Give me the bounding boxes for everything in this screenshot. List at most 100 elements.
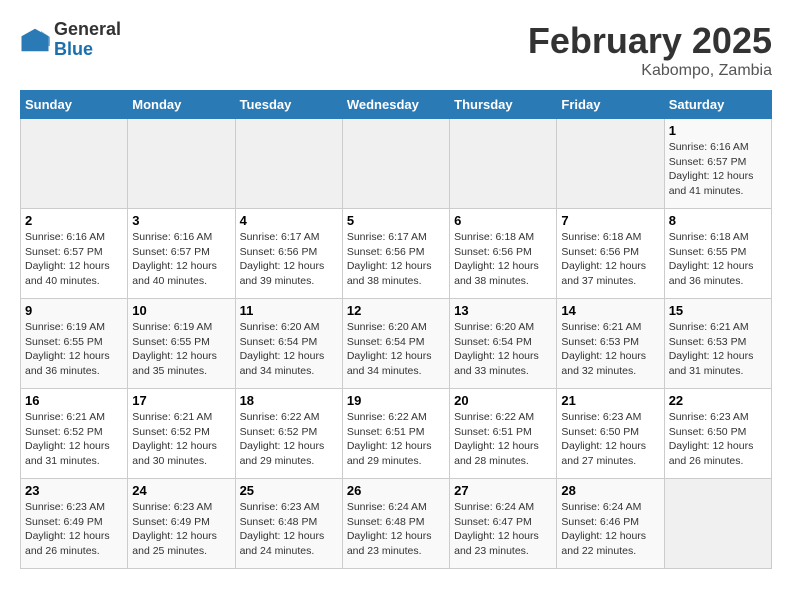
day-cell: 6Sunrise: 6:18 AM Sunset: 6:56 PM Daylig… — [450, 209, 557, 299]
week-row-1: 2 Sunrise: 6:16 AM Sunset: 6:57 PM Daylig… — [21, 209, 772, 299]
day-info: Sunrise: 6:21 AM Sunset: 6:53 PM Dayligh… — [561, 320, 659, 379]
day-info: Sunrise: 6:16 AM Sunset: 6:57 PM Dayligh… — [132, 230, 230, 289]
day-number: 20 — [454, 393, 552, 408]
day-info: Sunrise: 6:22 AM Sunset: 6:52 PM Dayligh… — [240, 410, 338, 469]
day-cell: 22Sunrise: 6:23 AM Sunset: 6:50 PM Dayli… — [664, 389, 771, 479]
day-number: 5 — [347, 213, 445, 228]
header-day-saturday: Saturday — [664, 91, 771, 119]
day-info: Sunrise: 6:20 AM Sunset: 6:54 PM Dayligh… — [347, 320, 445, 379]
header-day-monday: Monday — [128, 91, 235, 119]
calendar-body: 1 Sunrise: 6:16 AM Sunset: 6:57 PM Daylig… — [21, 119, 772, 569]
day-number: 19 — [347, 393, 445, 408]
day-cell: 14 Sunrise: 6:21 AM Sunset: 6:53 PM Dayli… — [557, 299, 664, 389]
logo: General Blue — [20, 20, 121, 60]
day-number: 9 — [25, 303, 123, 318]
logo-icon — [20, 25, 50, 55]
day-number: 2 — [25, 213, 123, 228]
day-number: 16 — [25, 393, 123, 408]
day-number: 24 — [132, 483, 230, 498]
day-cell — [235, 119, 342, 209]
header-day-tuesday: Tuesday — [235, 91, 342, 119]
day-info: Sunrise: 6:18 AM Sunset: 6:55 PM Dayligh… — [669, 230, 767, 289]
month-title: February 2025 — [528, 20, 772, 62]
day-cell: 20 Sunrise: 6:22 AM Sunset: 6:51 PM Dayli… — [450, 389, 557, 479]
day-cell: 17Sunrise: 6:21 AM Sunset: 6:52 PM Dayli… — [128, 389, 235, 479]
day-cell: 21 Sunrise: 6:23 AM Sunset: 6:50 PM Dayli… — [557, 389, 664, 479]
day-number: 27 — [454, 483, 552, 498]
day-cell — [128, 119, 235, 209]
week-row-4: 23 Sunrise: 6:23 AM Sunset: 6:49 PM Dayli… — [21, 479, 772, 569]
day-number: 3 — [132, 213, 230, 228]
header-day-wednesday: Wednesday — [342, 91, 449, 119]
day-number: 25 — [240, 483, 338, 498]
day-info: Sunrise: 6:21 AM Sunset: 6:53 PM Dayligh… — [669, 320, 767, 379]
header: General Blue February 2025 Kabompo, Zamb… — [20, 20, 772, 80]
day-cell — [342, 119, 449, 209]
day-info: Sunrise: 6:24 AM Sunset: 6:48 PM Dayligh… — [347, 500, 445, 559]
day-info: Sunrise: 6:19 AM Sunset: 6:55 PM Dayligh… — [132, 320, 230, 379]
day-info: Sunrise: 6:16 AM Sunset: 6:57 PM Dayligh… — [669, 140, 767, 199]
day-cell: 12Sunrise: 6:20 AM Sunset: 6:54 PM Dayli… — [342, 299, 449, 389]
day-info: Sunrise: 6:17 AM Sunset: 6:56 PM Dayligh… — [347, 230, 445, 289]
day-cell: 10Sunrise: 6:19 AM Sunset: 6:55 PM Dayli… — [128, 299, 235, 389]
day-info: Sunrise: 6:19 AM Sunset: 6:55 PM Dayligh… — [25, 320, 123, 379]
day-cell: 18 Sunrise: 6:22 AM Sunset: 6:52 PM Dayli… — [235, 389, 342, 479]
day-info: Sunrise: 6:23 AM Sunset: 6:48 PM Dayligh… — [240, 500, 338, 559]
day-number: 23 — [25, 483, 123, 498]
header-day-sunday: Sunday — [21, 91, 128, 119]
day-info: Sunrise: 6:21 AM Sunset: 6:52 PM Dayligh… — [132, 410, 230, 469]
day-cell: 8 Sunrise: 6:18 AM Sunset: 6:55 PM Daylig… — [664, 209, 771, 299]
day-info: Sunrise: 6:21 AM Sunset: 6:52 PM Dayligh… — [25, 410, 123, 469]
day-info: Sunrise: 6:23 AM Sunset: 6:49 PM Dayligh… — [25, 500, 123, 559]
day-cell: 3 Sunrise: 6:16 AM Sunset: 6:57 PM Daylig… — [128, 209, 235, 299]
title-area: February 2025 Kabompo, Zambia — [528, 20, 772, 80]
day-cell — [664, 479, 771, 569]
day-info: Sunrise: 6:23 AM Sunset: 6:50 PM Dayligh… — [561, 410, 659, 469]
day-cell: 2 Sunrise: 6:16 AM Sunset: 6:57 PM Daylig… — [21, 209, 128, 299]
day-cell: 24 Sunrise: 6:23 AM Sunset: 6:49 PM Dayli… — [128, 479, 235, 569]
day-cell — [21, 119, 128, 209]
day-number: 13 — [454, 303, 552, 318]
day-cell: 19 Sunrise: 6:22 AM Sunset: 6:51 PM Dayli… — [342, 389, 449, 479]
week-row-3: 16 Sunrise: 6:21 AM Sunset: 6:52 PM Dayli… — [21, 389, 772, 479]
day-number: 1 — [669, 123, 767, 138]
day-cell: 27 Sunrise: 6:24 AM Sunset: 6:47 PM Dayli… — [450, 479, 557, 569]
day-cell: 9 Sunrise: 6:19 AM Sunset: 6:55 PM Daylig… — [21, 299, 128, 389]
day-info: Sunrise: 6:20 AM Sunset: 6:54 PM Dayligh… — [240, 320, 338, 379]
week-row-0: 1 Sunrise: 6:16 AM Sunset: 6:57 PM Daylig… — [21, 119, 772, 209]
logo-blue-text: Blue — [54, 40, 121, 60]
day-info: Sunrise: 6:18 AM Sunset: 6:56 PM Dayligh… — [454, 230, 552, 289]
day-info: Sunrise: 6:23 AM Sunset: 6:49 PM Dayligh… — [132, 500, 230, 559]
day-cell: 28Sunrise: 6:24 AM Sunset: 6:46 PM Dayli… — [557, 479, 664, 569]
day-cell: 7Sunrise: 6:18 AM Sunset: 6:56 PM Daylig… — [557, 209, 664, 299]
day-cell: 4Sunrise: 6:17 AM Sunset: 6:56 PM Daylig… — [235, 209, 342, 299]
header-day-friday: Friday — [557, 91, 664, 119]
day-cell: 5 Sunrise: 6:17 AM Sunset: 6:56 PM Daylig… — [342, 209, 449, 299]
header-day-thursday: Thursday — [450, 91, 557, 119]
day-info: Sunrise: 6:24 AM Sunset: 6:46 PM Dayligh… — [561, 500, 659, 559]
day-cell: 16 Sunrise: 6:21 AM Sunset: 6:52 PM Dayli… — [21, 389, 128, 479]
day-cell: 13 Sunrise: 6:20 AM Sunset: 6:54 PM Dayli… — [450, 299, 557, 389]
day-number: 21 — [561, 393, 659, 408]
day-info: Sunrise: 6:22 AM Sunset: 6:51 PM Dayligh… — [454, 410, 552, 469]
day-cell: 25 Sunrise: 6:23 AM Sunset: 6:48 PM Dayli… — [235, 479, 342, 569]
day-cell — [450, 119, 557, 209]
day-number: 4 — [240, 213, 338, 228]
logo-general-text: General — [54, 20, 121, 40]
day-info: Sunrise: 6:20 AM Sunset: 6:54 PM Dayligh… — [454, 320, 552, 379]
day-cell: 26 Sunrise: 6:24 AM Sunset: 6:48 PM Dayli… — [342, 479, 449, 569]
day-cell: 1 Sunrise: 6:16 AM Sunset: 6:57 PM Daylig… — [664, 119, 771, 209]
calendar: SundayMondayTuesdayWednesdayThursdayFrid… — [20, 90, 772, 569]
day-number: 22 — [669, 393, 767, 408]
day-number: 8 — [669, 213, 767, 228]
week-row-2: 9 Sunrise: 6:19 AM Sunset: 6:55 PM Daylig… — [21, 299, 772, 389]
day-info: Sunrise: 6:22 AM Sunset: 6:51 PM Dayligh… — [347, 410, 445, 469]
day-number: 14 — [561, 303, 659, 318]
day-cell — [557, 119, 664, 209]
day-number: 18 — [240, 393, 338, 408]
day-info: Sunrise: 6:24 AM Sunset: 6:47 PM Dayligh… — [454, 500, 552, 559]
day-info: Sunrise: 6:16 AM Sunset: 6:57 PM Dayligh… — [25, 230, 123, 289]
day-cell: 15Sunrise: 6:21 AM Sunset: 6:53 PM Dayli… — [664, 299, 771, 389]
day-cell: 11Sunrise: 6:20 AM Sunset: 6:54 PM Dayli… — [235, 299, 342, 389]
day-number: 26 — [347, 483, 445, 498]
